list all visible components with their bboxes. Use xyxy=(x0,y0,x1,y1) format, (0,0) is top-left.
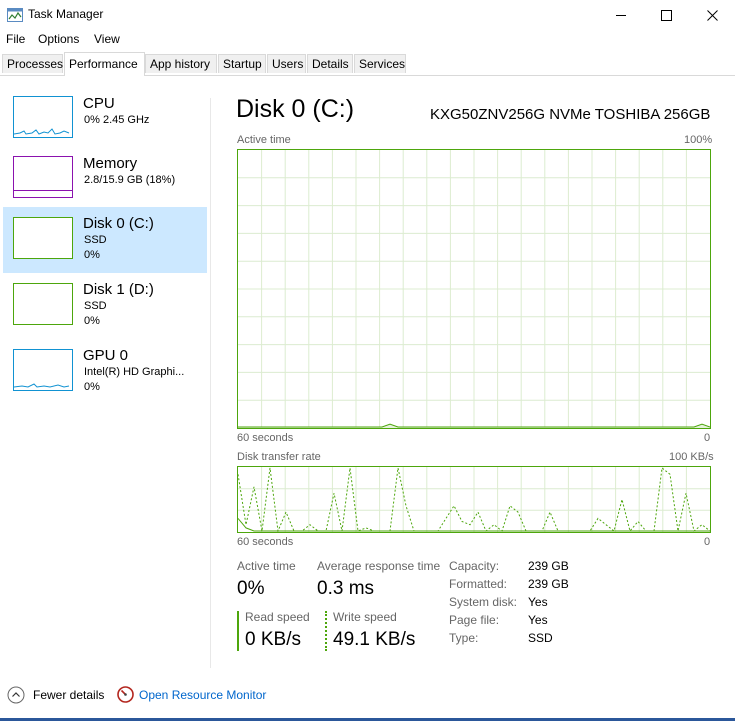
read-speed-value: 0 KB/s xyxy=(245,629,301,650)
sidebar-item-usage: 0% xyxy=(84,315,100,327)
sidebar-item-detail: 2.8/15.9 GB (18%) xyxy=(84,174,176,186)
sidebar-item-label: Memory xyxy=(83,155,138,172)
tab-app-history[interactable]: App history xyxy=(145,54,217,73)
minimize-button[interactable] xyxy=(598,0,644,30)
write-speed-value: 49.1 KB/s xyxy=(333,629,416,650)
type-value: SSD xyxy=(528,631,553,645)
gpu-mini-graph-line xyxy=(13,383,70,388)
sidebar-item-label: Disk 1 (D:) xyxy=(83,281,154,298)
formatted-value: 239 GB xyxy=(528,577,569,591)
transfer-rate-graph-plot xyxy=(238,467,710,532)
transfer-rate-graph xyxy=(237,466,711,533)
formatted-label: Formatted: xyxy=(449,577,508,591)
sidebar-item-usage: 0% xyxy=(84,381,100,393)
tab-startup[interactable]: Startup xyxy=(218,54,266,73)
maximize-button[interactable] xyxy=(643,0,689,30)
fewer-details-label: Fewer details xyxy=(33,688,105,702)
gpu-mini-graph xyxy=(13,349,73,391)
sidebar-item-cpu[interactable]: CPU 0% 2.45 GHz xyxy=(3,85,207,151)
tab-details[interactable]: Details xyxy=(307,54,353,73)
page-title: Disk 0 (C:) xyxy=(236,95,355,123)
active-time-grid xyxy=(238,150,710,428)
read-speed-legend-bar xyxy=(237,611,239,651)
active-time-graph-plot xyxy=(238,150,710,428)
active-time-graph-label: Active time xyxy=(237,134,291,146)
disk-model: KXG50ZNV256G NVMe TOSHIBA 256GB xyxy=(430,106,711,123)
sidebar-item-disk-0[interactable]: Disk 0 (C:) SSD 0% xyxy=(3,207,207,273)
resource-monitor-label: Open Resource Monitor xyxy=(139,688,267,702)
transfer-rate-graph-time-label: 60 seconds xyxy=(237,536,294,548)
tab-services[interactable]: Services xyxy=(354,54,406,73)
menu-options[interactable]: Options xyxy=(38,32,79,46)
sidebar-item-detail: 0% 2.45 GHz xyxy=(84,114,150,126)
page-file-value: Yes xyxy=(528,613,548,627)
capacity-value: 239 GB xyxy=(528,559,569,573)
menu-file[interactable]: File xyxy=(6,32,25,46)
menu-view[interactable]: View xyxy=(94,32,120,46)
sidebar-item-label: CPU xyxy=(83,95,115,112)
tab-performance[interactable]: Performance xyxy=(64,52,145,76)
open-resource-monitor-link[interactable]: Open Resource Monitor xyxy=(117,686,277,704)
resource-monitor-icon xyxy=(117,686,134,703)
cpu-mini-graph xyxy=(13,96,73,138)
chevron-up-icon xyxy=(7,686,25,704)
system-disk-value: Yes xyxy=(528,595,548,609)
close-icon xyxy=(706,9,718,21)
disk1-mini-graph xyxy=(13,283,73,325)
transfer-rate-graph-label: Disk transfer rate xyxy=(237,451,321,463)
sidebar-item-disk-1[interactable]: Disk 1 (D:) SSD 0% xyxy=(3,273,207,339)
cpu-mini-graph-line xyxy=(13,128,70,135)
sidebar-item-label: Disk 0 (C:) xyxy=(83,215,154,232)
sidebar-item-memory[interactable]: Memory 2.8/15.9 GB (18%) xyxy=(3,145,207,211)
tab-users[interactable]: Users xyxy=(267,54,306,73)
read-speed-label: Read speed xyxy=(245,610,310,624)
write-speed-legend-bar xyxy=(325,611,327,651)
avg-response-label: Average response time xyxy=(317,559,441,573)
sidebar-item-label: GPU 0 xyxy=(83,347,129,364)
system-disk-label: System disk: xyxy=(449,595,518,609)
sidebar-item-usage: 0% xyxy=(84,249,100,261)
transfer-rate-graph-max: 100 KB/s xyxy=(669,451,714,463)
sidebar-item-gpu-0[interactable]: GPU 0 Intel(R) HD Graphi... 0% xyxy=(3,339,207,405)
task-manager-icon xyxy=(7,8,23,22)
minimize-icon xyxy=(616,14,626,16)
capacity-label: Capacity: xyxy=(449,559,500,573)
maximize-icon xyxy=(660,9,672,21)
active-time-graph-time-label: 60 seconds xyxy=(237,432,294,444)
sidebar-item-detail: Intel(R) HD Graphi... xyxy=(84,366,185,378)
sidebar-divider xyxy=(210,98,211,668)
page-file-label: Page file: xyxy=(449,613,500,627)
active-time-label: Active time xyxy=(237,559,296,573)
disk0-mini-graph xyxy=(13,217,73,259)
tab-bar: Processes Performance App history Startu… xyxy=(0,52,735,76)
window-title: Task Manager xyxy=(28,7,104,21)
active-time-graph-max: 100% xyxy=(684,134,713,146)
active-time-value: 0% xyxy=(237,578,265,599)
sidebar-item-type: SSD xyxy=(84,300,107,312)
title-bar: Task Manager xyxy=(0,0,735,30)
active-time-graph xyxy=(237,149,711,429)
tab-processes[interactable]: Processes xyxy=(2,54,63,73)
active-time-graph-min: 0 xyxy=(704,432,711,444)
write-speed-label: Write speed xyxy=(333,610,397,624)
close-button[interactable] xyxy=(689,0,735,30)
memory-mini-graph xyxy=(13,156,73,198)
type-label: Type: xyxy=(449,631,479,645)
sidebar-item-type: SSD xyxy=(84,234,107,246)
avg-response-value: 0.3 ms xyxy=(317,578,375,599)
transfer-rate-graph-min: 0 xyxy=(704,536,711,548)
